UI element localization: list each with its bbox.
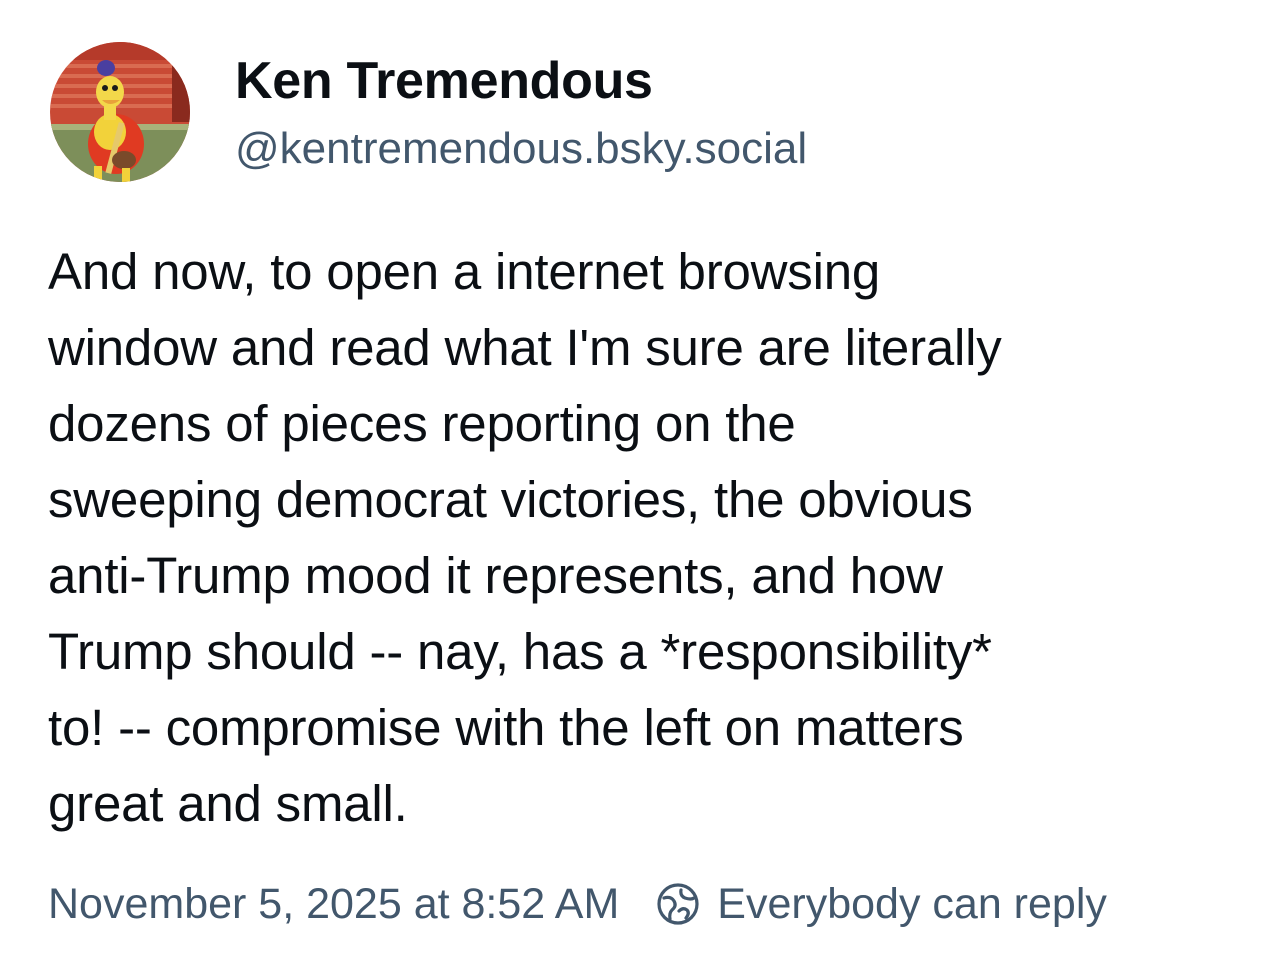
post-text: And now, to open a internet browsing win… — [48, 234, 1248, 842]
post-text-line: great and small. — [48, 775, 408, 832]
post-card: Ken Tremendous @kentremendous.bsky.socia… — [0, 0, 1285, 967]
post-text-line: anti-Trump mood it represents, and how — [48, 547, 943, 604]
post-text-line: And now, to open a internet browsing — [48, 243, 881, 300]
reply-setting-button[interactable]: Everybody can reply — [655, 880, 1107, 929]
post-text-line: window and read what I'm sure are litera… — [48, 319, 1002, 376]
author-info: Ken Tremendous @kentremendous.bsky.socia… — [235, 50, 807, 176]
author-display-name[interactable]: Ken Tremendous — [235, 50, 807, 112]
avatar[interactable] — [50, 42, 190, 182]
author-handle[interactable]: @kentremendous.bsky.social — [235, 122, 807, 176]
post-meta: November 5, 2025 at 8:52 AM Everybody ca… — [48, 874, 1107, 934]
post-text-line: to! -- compromise with the left on matte… — [48, 699, 964, 756]
mascot-avatar-icon — [50, 42, 190, 182]
post-text-line: sweeping democrat victories, the obvious — [48, 471, 973, 528]
globe-icon — [655, 881, 701, 927]
reply-setting-label: Everybody can reply — [717, 879, 1107, 928]
post-text-line: dozens of pieces reporting on the — [48, 395, 796, 452]
post-text-line: Trump should -- nay, has a *responsibili… — [48, 623, 992, 680]
post-timestamp[interactable]: November 5, 2025 at 8:52 AM — [48, 880, 619, 929]
